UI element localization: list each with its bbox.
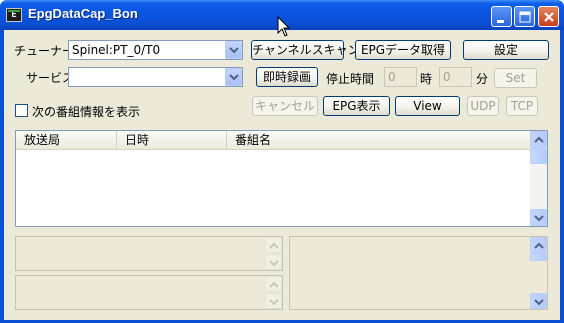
chevron-up-icon [534,242,544,249]
hour-unit-label: 時 [420,72,433,86]
close-button[interactable] [538,6,559,27]
stop-minute-input[interactable]: 0 [439,67,472,87]
column-header-datetime[interactable]: 日時 [117,131,227,150]
app-icon[interactable]: E [6,8,22,22]
scroll-thumb[interactable] [530,253,547,261]
scroll-up-button[interactable] [530,131,547,148]
column-header-title[interactable]: 番組名 [227,131,530,150]
tuner-value: Spinel:PT_0/T0 [72,43,161,57]
chevron-down-icon [269,260,279,267]
client-area: チューナー Spinel:PT_0/T0 チャンネルスキャン EPGデータ取得 … [4,30,560,320]
next-program-checkbox[interactable] [15,104,28,117]
chevron-up-icon [269,281,279,288]
program-list[interactable]: 放送局 日時 番組名 [15,130,548,227]
window-title: EpgDataCap_Bon [28,6,138,21]
main-window: E EpgDataCap_Bon チューナー Spinel:PT_0/T0 チャ… [0,0,564,323]
stop-time-label: 停止時間 [326,72,375,86]
stop-hour-input[interactable]: 0 [384,67,417,87]
scroll-down-button[interactable] [265,254,282,270]
channel-scan-button[interactable]: チャンネルスキャン [251,40,360,60]
info-pane [289,236,548,310]
scroll-up-button[interactable] [265,237,282,253]
tcp-button[interactable]: TCP [506,96,538,116]
maximize-button[interactable] [514,6,535,27]
status-pane-top [15,236,283,271]
scroll-down-button[interactable] [530,209,547,226]
view-button[interactable]: View [395,96,460,116]
scroll-up-button[interactable] [265,276,282,292]
chevron-up-icon [269,242,279,249]
mouse-cursor-icon [277,16,291,37]
maximize-icon [519,11,531,23]
scroll-down-button[interactable] [530,293,547,309]
minimize-button[interactable] [491,6,512,27]
status-pane-bottom [15,275,283,310]
chevron-down-icon [269,299,279,306]
minimize-icon [497,20,504,23]
settings-button[interactable]: 設定 [463,40,549,60]
next-program-label: 次の番組情報を表示 [32,105,141,119]
tuner-label: チューナー [14,44,75,58]
close-icon [544,12,554,22]
tuner-select[interactable]: Spinel:PT_0/T0 [68,40,243,60]
service-dropdown-button[interactable] [225,68,242,86]
status-pane-top-scrollbar[interactable] [265,237,282,270]
udp-button[interactable]: UDP [467,96,499,116]
epg-view-button[interactable]: EPG表示 [323,96,390,116]
chevron-up-icon [534,136,544,143]
program-list-scrollbar[interactable] [530,131,547,226]
scroll-thumb[interactable] [530,148,547,164]
program-list-header: 放送局 日時 番組名 [16,131,530,150]
set-button[interactable]: Set [494,68,537,88]
service-label: サービス [26,71,75,85]
tuner-dropdown-button[interactable] [225,41,242,59]
chevron-down-icon [229,47,239,54]
chevron-down-icon [229,74,239,81]
column-header-station[interactable]: 放送局 [16,131,117,150]
instant-record-button[interactable]: 即時録画 [256,67,318,87]
info-pane-scrollbar[interactable] [530,237,547,309]
chevron-down-icon [534,215,544,222]
service-select[interactable] [68,67,243,87]
minute-unit-label: 分 [476,72,489,86]
cancel-button[interactable]: キャンセル [252,96,318,116]
epg-fetch-button[interactable]: EPGデータ取得 [355,40,451,60]
status-pane-bottom-scrollbar[interactable] [265,276,282,309]
chevron-down-icon [534,299,544,306]
scroll-down-button[interactable] [265,293,282,309]
scroll-up-button[interactable] [530,237,547,253]
